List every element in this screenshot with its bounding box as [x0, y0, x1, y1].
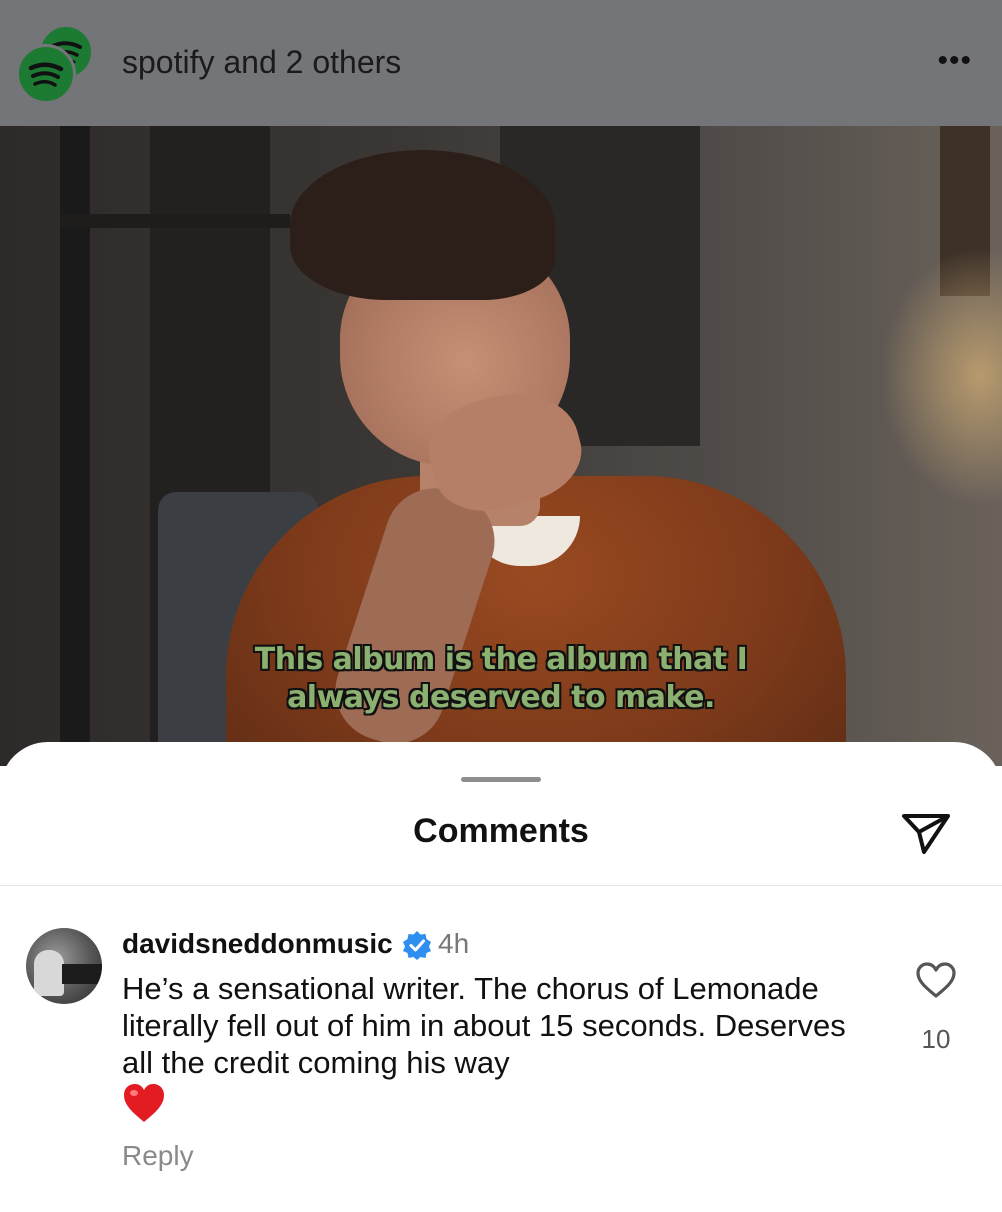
subtitle-line-2: always deserved to make.	[287, 680, 715, 715]
comment-timestamp: 4h	[438, 928, 470, 959]
comment-username[interactable]: davidsneddonmusic	[122, 928, 393, 960]
like-count: 10	[921, 1024, 951, 1054]
comments-sheet: Comments davidsneddonmusic 4h He’s a sen…	[0, 742, 1002, 1212]
red-heart-emoji-icon	[124, 1084, 164, 1122]
post-author-title[interactable]: spotify and 2 others	[122, 44, 401, 81]
post-header: spotify and 2 others •••	[0, 0, 1002, 126]
comment-text: He’s a sensational writer. The chorus of…	[122, 971, 846, 1080]
video-subtitle: This album is the album that I always de…	[0, 641, 1002, 717]
subtitle-line-1: This album is the album that I	[254, 642, 748, 677]
sheet-grabber[interactable]	[461, 777, 541, 782]
verified-badge-icon	[403, 931, 431, 960]
divider	[0, 885, 1002, 886]
heart-outline-icon[interactable]	[914, 960, 958, 1000]
more-horizontal-icon[interactable]: •••	[937, 46, 972, 76]
author-avatars[interactable]	[16, 24, 96, 104]
sheet-title: Comments	[413, 812, 589, 850]
reply-button[interactable]: Reply	[122, 1140, 194, 1172]
spotify-logo-icon	[16, 44, 76, 104]
paper-plane-icon[interactable]	[898, 808, 954, 858]
video-player[interactable]: This album is the album that I always de…	[0, 126, 1002, 766]
avatar[interactable]	[26, 928, 102, 1004]
